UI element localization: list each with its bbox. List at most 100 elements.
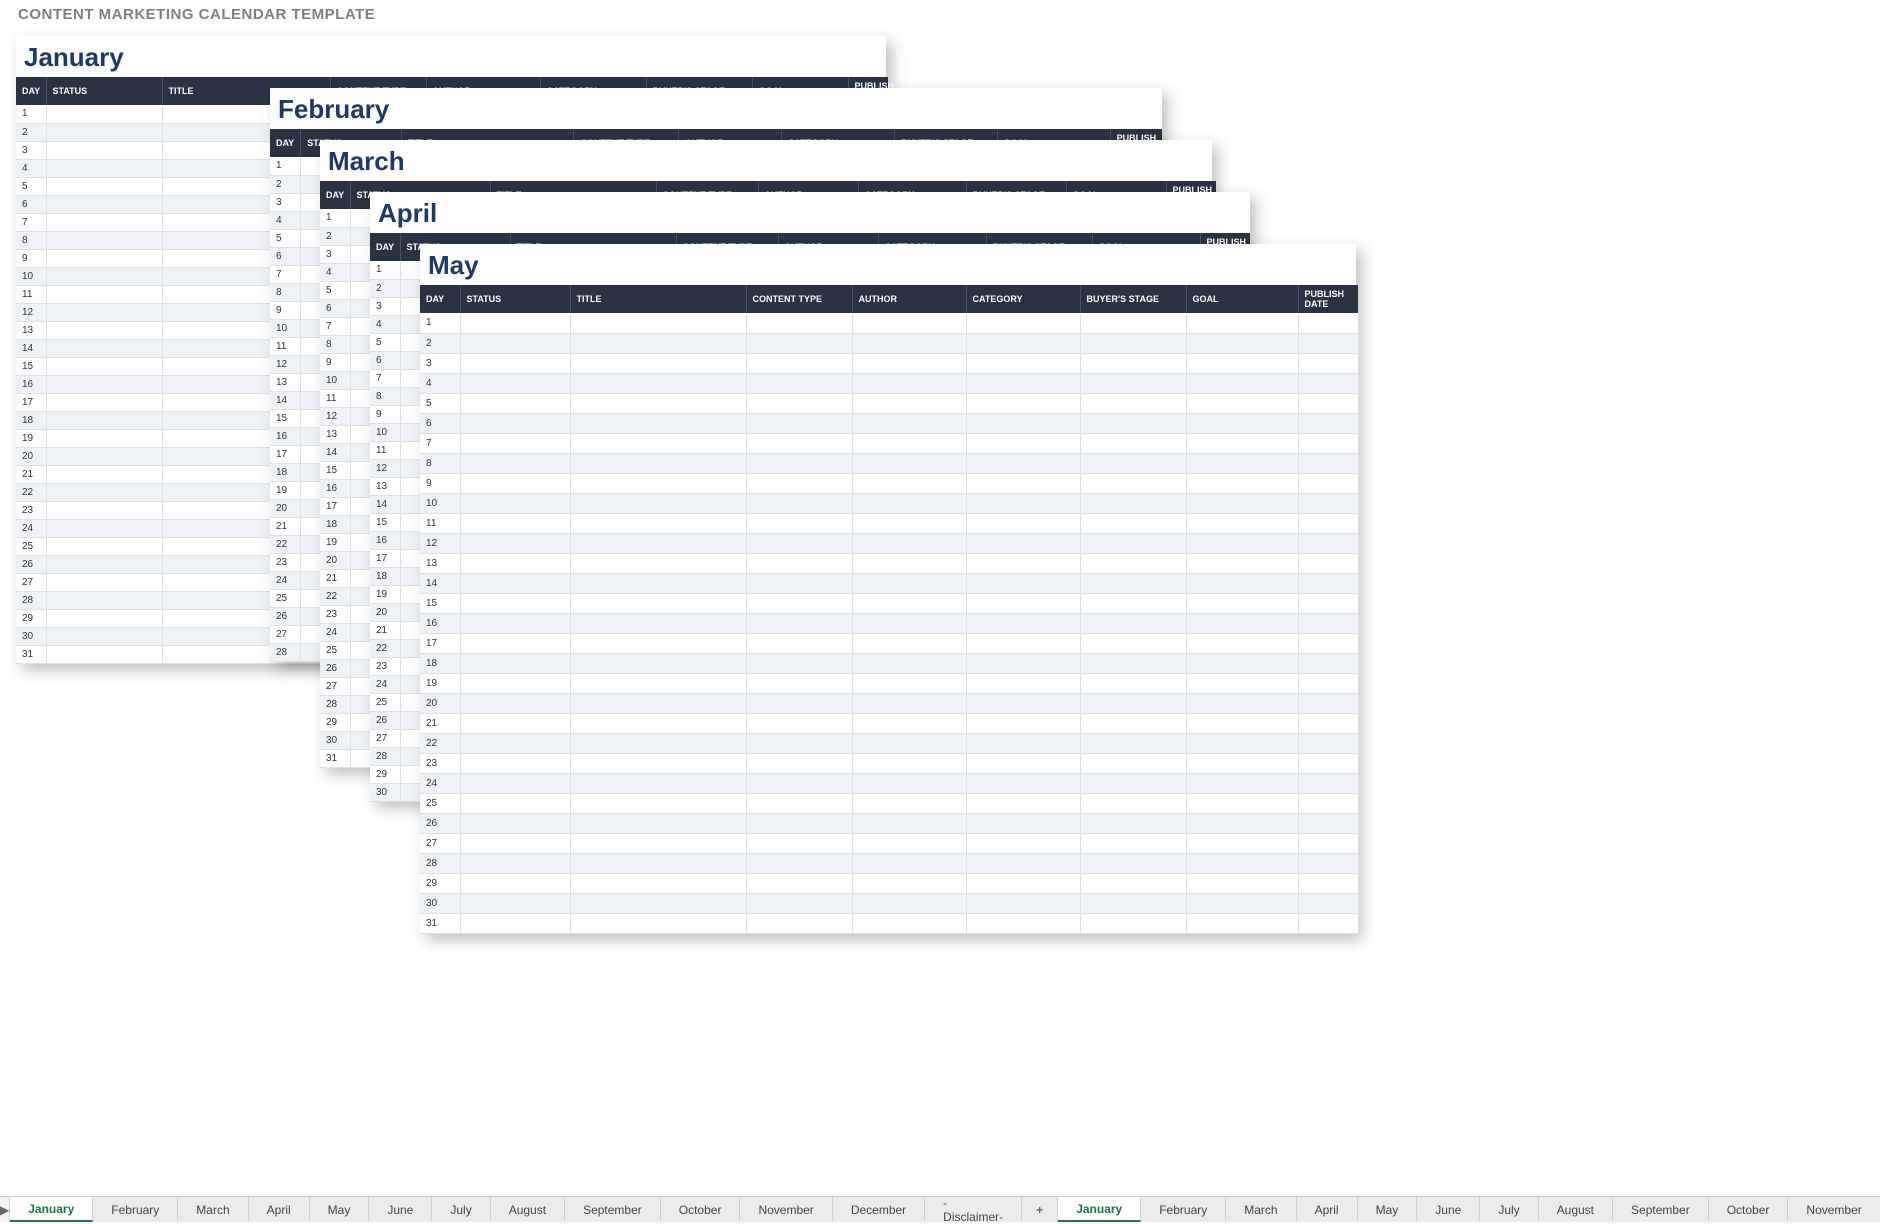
cell-day[interactable]: 3 <box>16 141 46 159</box>
table-row[interactable]: 26 <box>420 813 1358 833</box>
cell-status[interactable] <box>460 693 570 713</box>
cell-buyers_stage[interactable] <box>1080 573 1186 593</box>
tab-nav-right-icon[interactable]: ▶ <box>0 1197 10 1222</box>
cell-title[interactable] <box>570 613 746 633</box>
cell-day[interactable]: 12 <box>270 355 301 373</box>
cell-buyers_stage[interactable] <box>1080 913 1186 933</box>
cell-goal[interactable] <box>1186 893 1298 913</box>
cell-author[interactable] <box>852 733 966 753</box>
cell-buyers_stage[interactable] <box>1080 533 1186 553</box>
cell-status[interactable] <box>460 473 570 493</box>
cell-goal[interactable] <box>1186 313 1298 333</box>
tab-november[interactable]: November <box>740 1197 832 1222</box>
cell-title[interactable] <box>570 553 746 573</box>
cell-content_type[interactable] <box>746 413 852 433</box>
cell-status[interactable] <box>46 141 162 159</box>
cell-goal[interactable] <box>1186 793 1298 813</box>
cell-day[interactable]: 3 <box>420 353 460 373</box>
cell-status[interactable] <box>460 773 570 793</box>
cell-goal[interactable] <box>1186 593 1298 613</box>
cell-buyers_stage[interactable] <box>1080 893 1186 913</box>
cell-day[interactable]: 10 <box>420 493 460 513</box>
cell-day[interactable]: 30 <box>420 893 460 913</box>
tab-april[interactable]: April <box>249 1197 310 1222</box>
tab-june[interactable]: June <box>1417 1197 1480 1222</box>
cell-day[interactable]: 15 <box>320 461 350 479</box>
cell-content_type[interactable] <box>746 333 852 353</box>
cell-title[interactable] <box>570 653 746 673</box>
cell-content_type[interactable] <box>746 613 852 633</box>
cell-category[interactable] <box>966 433 1080 453</box>
cell-buyers_stage[interactable] <box>1080 453 1186 473</box>
cell-publish_date[interactable] <box>1298 873 1358 893</box>
cell-day[interactable]: 5 <box>16 177 46 195</box>
cell-buyers_stage[interactable] <box>1080 373 1186 393</box>
cell-day[interactable]: 28 <box>370 747 400 765</box>
cell-title[interactable] <box>570 893 746 913</box>
cell-status[interactable] <box>46 267 162 285</box>
cell-day[interactable]: 5 <box>420 393 460 413</box>
cell-status[interactable] <box>460 733 570 753</box>
cell-status[interactable] <box>46 249 162 267</box>
cell-title[interactable] <box>570 713 746 733</box>
cell-status[interactable] <box>460 453 570 473</box>
cell-goal[interactable] <box>1186 493 1298 513</box>
cell-day[interactable]: 12 <box>320 407 350 425</box>
cell-day[interactable]: 21 <box>370 621 400 639</box>
cell-author[interactable] <box>852 513 966 533</box>
cell-day[interactable]: 2 <box>370 279 400 297</box>
cell-publish_date[interactable] <box>1298 513 1358 533</box>
cell-day[interactable]: 13 <box>320 425 350 443</box>
cell-publish_date[interactable] <box>1298 553 1358 573</box>
cell-day[interactable]: 17 <box>16 393 46 411</box>
cell-goal[interactable] <box>1186 753 1298 773</box>
cell-title[interactable] <box>570 473 746 493</box>
cell-title[interactable] <box>570 353 746 373</box>
cell-day[interactable]: 20 <box>270 499 301 517</box>
tab-october[interactable]: October <box>661 1197 741 1222</box>
cell-goal[interactable] <box>1186 453 1298 473</box>
table-row[interactable]: 8 <box>420 453 1358 473</box>
cell-publish_date[interactable] <box>1298 653 1358 673</box>
cell-day[interactable]: 10 <box>320 371 350 389</box>
cell-author[interactable] <box>852 593 966 613</box>
tab-may[interactable]: May <box>1358 1197 1418 1222</box>
cell-author[interactable] <box>852 673 966 693</box>
cell-day[interactable]: 18 <box>320 515 350 533</box>
cell-category[interactable] <box>966 473 1080 493</box>
tab--disclaimer-[interactable]: -Disclaimer- <box>925 1197 1022 1222</box>
cell-day[interactable]: 11 <box>270 337 301 355</box>
cell-status[interactable] <box>46 375 162 393</box>
cell-goal[interactable] <box>1186 513 1298 533</box>
cell-day[interactable]: 1 <box>370 261 400 279</box>
cell-buyers_stage[interactable] <box>1080 873 1186 893</box>
table-row[interactable]: 31 <box>420 913 1358 933</box>
cell-author[interactable] <box>852 393 966 413</box>
cell-day[interactable]: 31 <box>320 749 350 767</box>
cell-status[interactable] <box>46 609 162 627</box>
cell-status[interactable] <box>460 873 570 893</box>
tab-october[interactable]: October <box>1709 1197 1789 1222</box>
cell-publish_date[interactable] <box>1298 793 1358 813</box>
cell-day[interactable]: 24 <box>270 571 301 589</box>
cell-day[interactable]: 14 <box>270 391 301 409</box>
cell-day[interactable]: 12 <box>370 459 400 477</box>
cell-content_type[interactable] <box>746 893 852 913</box>
cell-day[interactable]: 28 <box>270 643 301 661</box>
tab-september[interactable]: September <box>1613 1197 1709 1222</box>
cell-goal[interactable] <box>1186 633 1298 653</box>
cell-status[interactable] <box>46 501 162 519</box>
cell-day[interactable]: 31 <box>420 913 460 933</box>
cell-status[interactable] <box>46 555 162 573</box>
cell-content_type[interactable] <box>746 353 852 373</box>
cell-status[interactable] <box>46 429 162 447</box>
cell-publish_date[interactable] <box>1298 573 1358 593</box>
cell-author[interactable] <box>852 313 966 333</box>
table-row[interactable]: 18 <box>420 653 1358 673</box>
cell-buyers_stage[interactable] <box>1080 493 1186 513</box>
cell-title[interactable] <box>570 753 746 773</box>
cell-category[interactable] <box>966 913 1080 933</box>
cell-buyers_stage[interactable] <box>1080 433 1186 453</box>
cell-day[interactable]: 12 <box>16 303 46 321</box>
cell-status[interactable] <box>46 393 162 411</box>
